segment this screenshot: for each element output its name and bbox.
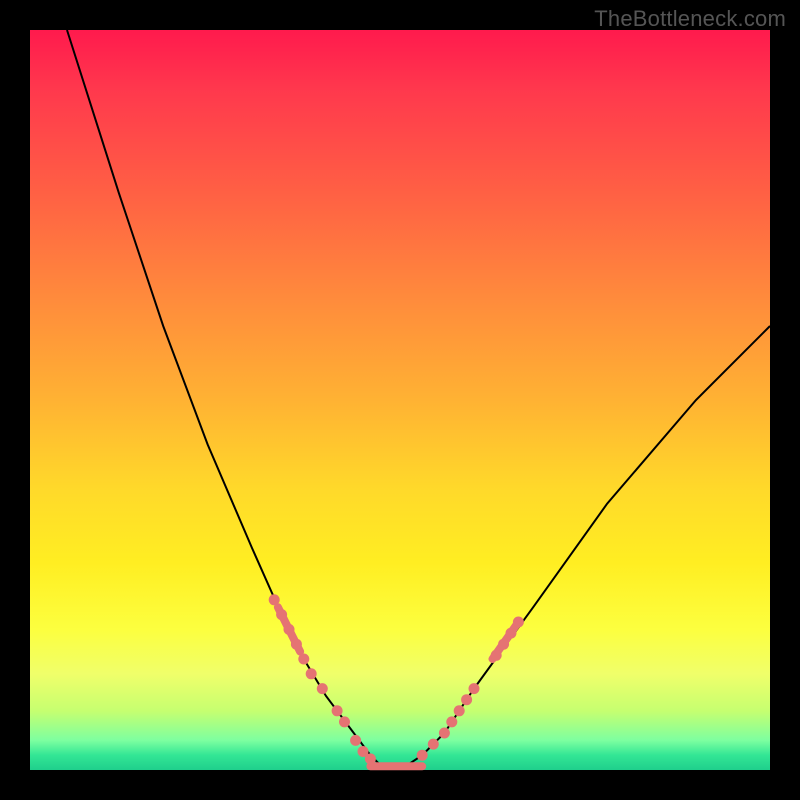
- attribution-label: TheBottleneck.com: [594, 6, 786, 32]
- data-marker: [298, 654, 309, 665]
- data-marker: [491, 650, 502, 661]
- data-marker: [306, 668, 317, 679]
- bottleneck-curve: [67, 30, 770, 770]
- data-marker: [439, 728, 450, 739]
- chart-svg: [30, 30, 770, 770]
- data-marker: [506, 628, 517, 639]
- data-marker: [513, 617, 524, 628]
- data-marker: [461, 694, 472, 705]
- data-marker: [498, 639, 509, 650]
- data-marker: [365, 753, 376, 764]
- data-marker: [317, 683, 328, 694]
- plot-area: [30, 30, 770, 770]
- chart-canvas: TheBottleneck.com: [0, 0, 800, 800]
- data-marker: [469, 683, 480, 694]
- data-marker: [269, 594, 280, 605]
- data-marker: [446, 716, 457, 727]
- data-marker: [339, 716, 350, 727]
- data-marker: [454, 705, 465, 716]
- data-marker: [332, 705, 343, 716]
- marker-group: [269, 594, 524, 766]
- data-marker: [428, 739, 439, 750]
- data-marker: [417, 750, 428, 761]
- data-marker: [284, 624, 295, 635]
- data-marker: [291, 639, 302, 650]
- data-marker: [276, 609, 287, 620]
- data-marker: [350, 735, 361, 746]
